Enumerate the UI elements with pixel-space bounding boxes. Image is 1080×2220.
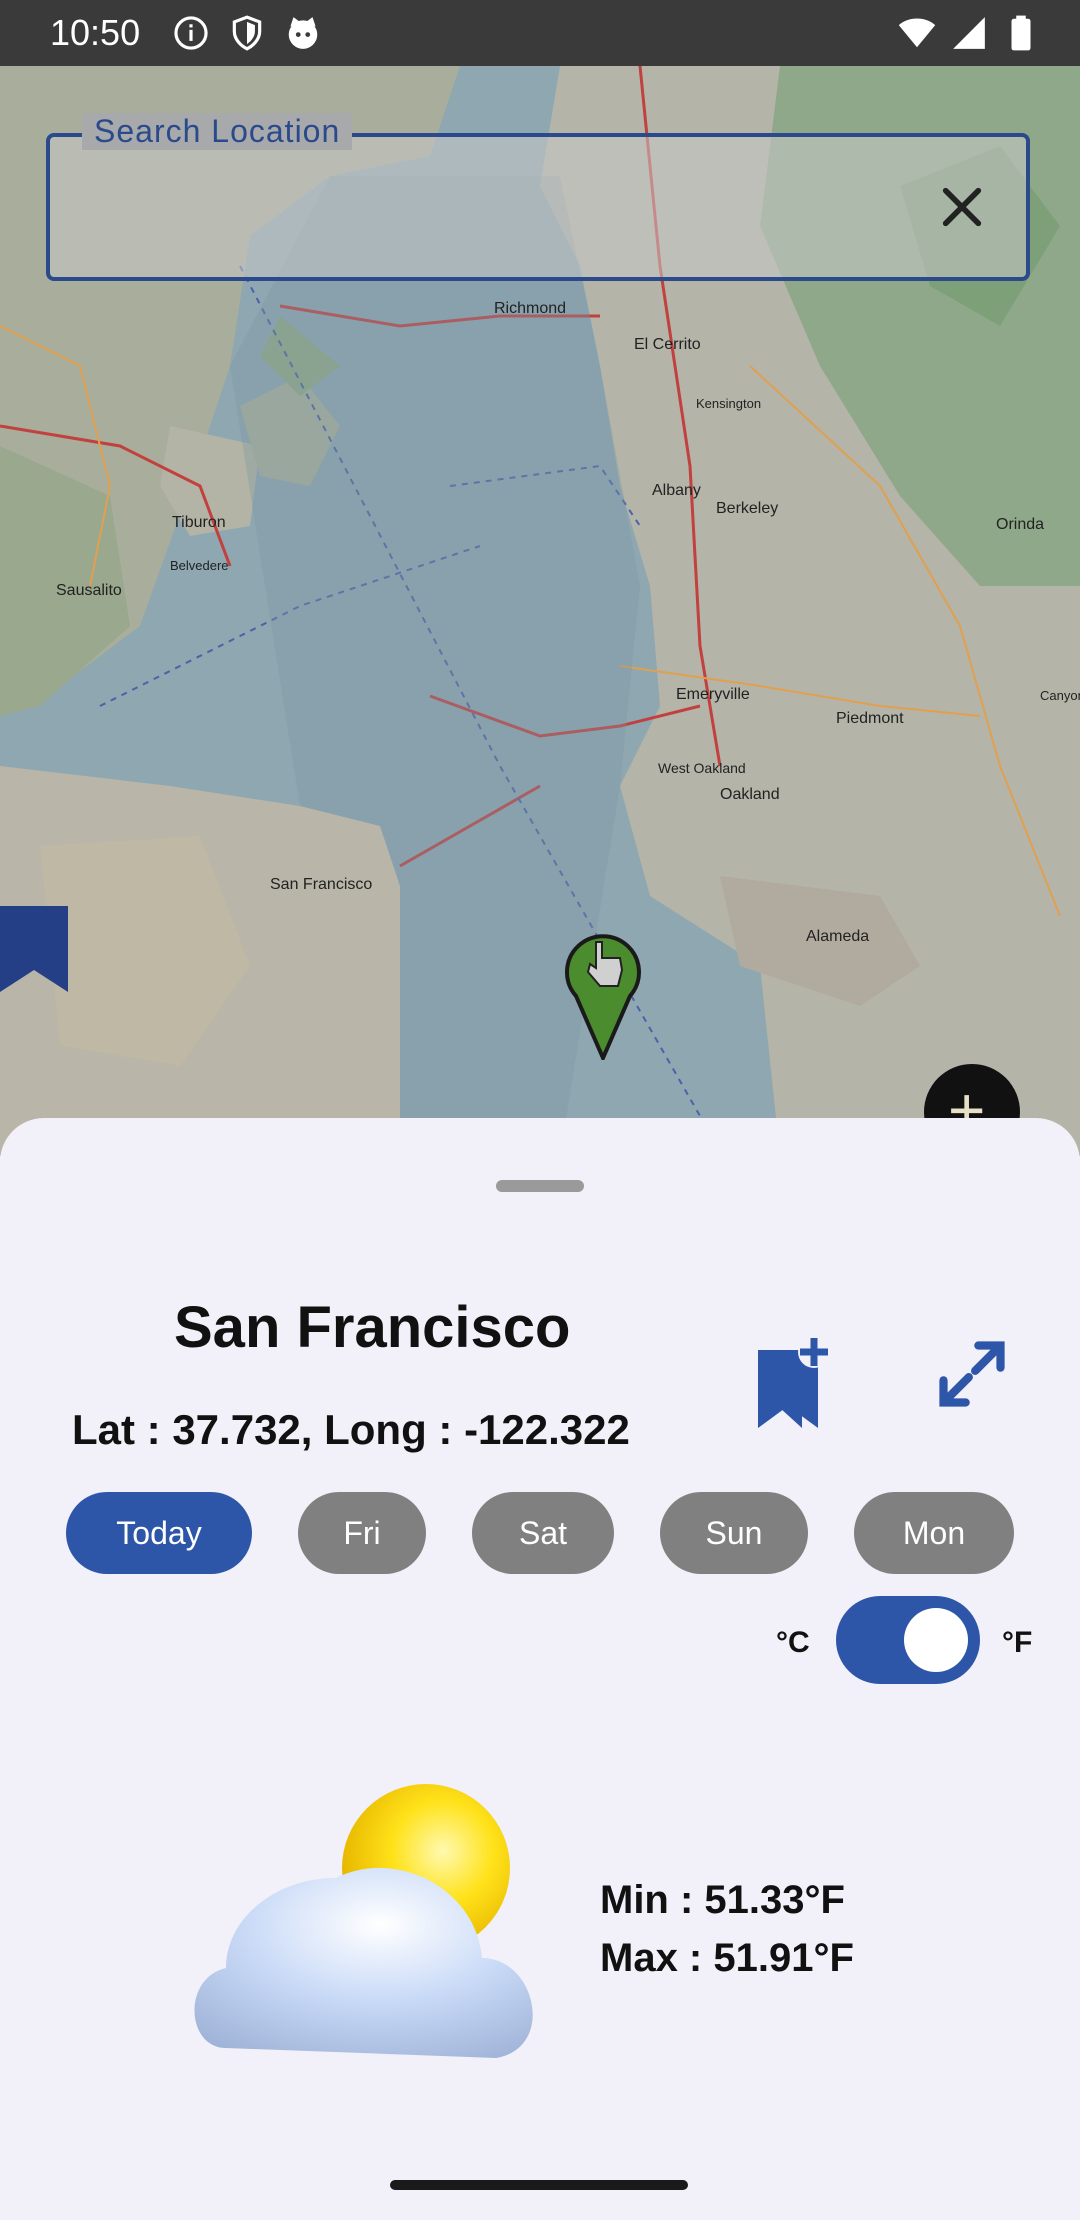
expand-icon[interactable] [934,1336,1010,1412]
info-icon [174,16,208,50]
map-label: Berkeley [716,500,779,517]
weather-bottom-sheet: San Francisco Lat : 37.732, Long : -122.… [0,1118,1080,2220]
close-icon[interactable] [934,179,990,235]
map-label: Richmond [494,300,567,317]
map-label: El Cerrito [634,336,701,353]
map-bookmark-icon[interactable] [0,906,68,992]
shield-icon [232,15,262,51]
drag-handle[interactable] [496,1180,584,1192]
coordinates: Lat : 37.732, Long : -122.322 [72,1406,630,1454]
map-label: Canyon [1040,688,1080,703]
city-name: San Francisco [174,1295,571,1360]
tab-sun[interactable]: Sun [660,1492,808,1574]
map-label: Piedmont [836,710,904,727]
map-label: Emeryville [676,686,750,703]
tab-mon[interactable]: Mon [854,1492,1014,1574]
tab-fri[interactable]: Fri [298,1492,426,1574]
search-label: Search Location [82,113,353,150]
status-icons-right [898,14,1040,52]
status-icons-left [172,14,322,52]
search-location-field[interactable]: Search Location [46,113,1030,281]
map-label: Alameda [806,928,870,945]
bookmark-add-icon[interactable] [758,1336,836,1428]
map-label: San Francisco [270,876,373,893]
tab-sat[interactable]: Sat [472,1492,614,1574]
temp-min: Min : 51.33°F [600,1878,845,1922]
status-bar: 10:50 [0,0,1080,66]
toggle-knob [904,1608,968,1672]
wifi-icon [898,18,936,48]
battery-icon [1011,15,1031,51]
map-label: Orinda [996,516,1045,533]
day-tabs: Today Fri Sat Sun Mon [0,1492,1080,1574]
search-input[interactable] [80,177,944,239]
status-time: 10:50 [50,12,141,53]
signal-icon [953,17,985,49]
map-label: Kensington [696,396,762,411]
map-pin-icon[interactable] [562,924,644,1060]
cat-icon [288,17,318,49]
unit-toggle[interactable] [836,1596,980,1684]
map-label: Belvedere [170,558,229,573]
partly-cloudy-icon [194,1784,533,2058]
map-label: Albany [652,482,701,499]
temp-max: Max : 51.91°F [600,1936,854,1980]
home-indicator[interactable] [390,2180,688,2190]
celsius-label: °C [776,1626,810,1659]
map-label: Oakland [720,786,780,803]
coordinates-text: Lat : 37.732, Long : -122.322 [72,1406,630,1453]
map-label: Sausalito [56,582,122,599]
tab-today[interactable]: Today [66,1492,252,1574]
fahrenheit-label: °F [1002,1626,1033,1659]
map-label: West Oakland [658,760,746,776]
map-label: Tiburon [172,514,226,531]
